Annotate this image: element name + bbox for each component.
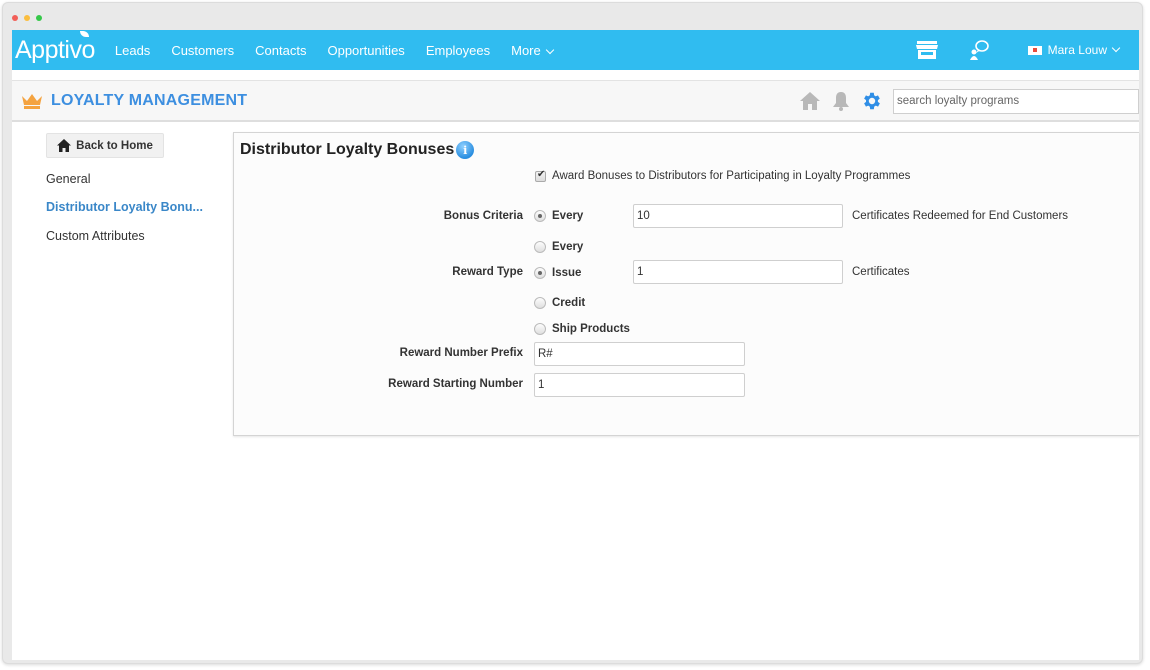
bonus-criteria-every-label: Every xyxy=(552,210,584,222)
reward-type-issue-label: Issue xyxy=(552,267,582,279)
user-menu[interactable]: Mara Louw xyxy=(1027,43,1121,57)
bonus-criteria-option-every-2[interactable]: Every xyxy=(534,241,583,253)
apptivo-logo[interactable]: Apptivo xyxy=(15,30,95,65)
home-icon[interactable] xyxy=(799,91,821,111)
chevron-down-icon xyxy=(1111,43,1121,53)
bonus-criteria-every-2-label: Every xyxy=(552,241,584,253)
sidebar-item-distributor-loyalty-bonuses[interactable]: Distributor Loyalty Bonu... xyxy=(46,200,203,214)
reward-number-prefix-label: Reward Number Prefix xyxy=(399,347,523,359)
award-bonuses-label: Award Bonuses to Distributors for Partic… xyxy=(552,170,911,182)
back-to-home-button[interactable]: Back to Home xyxy=(46,133,164,158)
settings-gear-icon[interactable] xyxy=(861,90,883,112)
bonus-criteria-radio-every-1[interactable] xyxy=(534,210,546,222)
reward-type-radio-issue[interactable] xyxy=(534,267,546,279)
top-navigation-bar: Apptivo Leads Customers Contacts Opportu… xyxy=(12,30,1139,70)
bonus-criteria-radio-every-2[interactable] xyxy=(534,241,546,253)
close-window-button[interactable] xyxy=(12,15,18,21)
chevron-down-icon xyxy=(545,45,554,54)
module-title: LOYALTY MANAGEMENT xyxy=(51,91,248,109)
reward-type-issue-count-input[interactable] xyxy=(633,260,843,284)
bonus-criteria-label: Bonus Criteria xyxy=(443,210,523,222)
app-store-icon[interactable] xyxy=(915,41,938,59)
maximize-window-button[interactable] xyxy=(36,15,42,21)
panel-title-text: Distributor Loyalty Bonuses xyxy=(240,141,455,158)
app-page: Apptivo Leads Customers Contacts Opportu… xyxy=(12,30,1139,660)
notification-bell-icon[interactable] xyxy=(831,91,851,111)
bonus-criteria-count-input[interactable] xyxy=(633,204,843,228)
nav-customers[interactable]: Customers xyxy=(171,43,234,58)
user-name: Mara Louw xyxy=(1047,43,1107,57)
browser-window: Apptivo Leads Customers Contacts Opportu… xyxy=(2,2,1143,664)
minimize-window-button[interactable] xyxy=(24,15,30,21)
info-icon[interactable]: i xyxy=(456,141,475,159)
module-header: LOYALTY MANAGEMENT xyxy=(12,80,1139,122)
module-toolbar xyxy=(799,81,1139,121)
bonus-criteria-option-every-1[interactable]: Every xyxy=(534,210,583,222)
window-titlebar xyxy=(3,3,1142,30)
reward-type-option-credit[interactable]: Credit xyxy=(534,297,585,309)
reward-type-option-ship-products[interactable]: Ship Products xyxy=(534,323,630,335)
chat-support-icon[interactable] xyxy=(968,39,990,61)
reward-type-radio-credit[interactable] xyxy=(534,297,546,309)
nav-leads[interactable]: Leads xyxy=(115,43,150,58)
back-to-home-label: Back to Home xyxy=(76,139,153,152)
home-icon xyxy=(57,139,72,152)
reward-type-option-issue[interactable]: Issue xyxy=(534,267,581,279)
crown-icon xyxy=(21,93,43,109)
distributor-loyalty-bonuses-panel: Distributor Loyalty Bonuses i Award Bonu… xyxy=(233,132,1139,436)
reward-type-radio-ship-products[interactable] xyxy=(534,323,546,335)
logo-leaf-icon xyxy=(80,30,89,37)
award-bonuses-row: Award Bonuses to Distributors for Partic… xyxy=(535,169,911,182)
reward-starting-number-input[interactable] xyxy=(534,373,745,397)
search-loyalty-programs-input[interactable] xyxy=(893,88,1139,114)
sidebar-item-general[interactable]: General xyxy=(46,172,90,186)
bonus-criteria-suffix: Certificates Redeemed for End Customers xyxy=(852,210,1069,222)
main-menu: Leads Customers Contacts Opportunities E… xyxy=(115,43,574,58)
sidebar-item-custom-attributes[interactable]: Custom Attributes xyxy=(46,229,145,243)
nav-opportunities[interactable]: Opportunities xyxy=(327,43,404,58)
panel-title: Distributor Loyalty Bonuses i xyxy=(240,141,475,159)
logo-text: Apptivo xyxy=(15,35,95,64)
award-bonuses-checkbox[interactable] xyxy=(535,169,546,182)
reward-type-issue-suffix: Certificates xyxy=(852,266,910,278)
reward-type-label: Reward Type xyxy=(452,266,523,278)
reward-number-prefix-input[interactable] xyxy=(534,342,745,366)
reward-type-ship-products-label: Ship Products xyxy=(552,323,630,335)
reward-type-credit-label: Credit xyxy=(552,297,586,309)
reward-starting-number-label: Reward Starting Number xyxy=(388,378,523,390)
nav-employees[interactable]: Employees xyxy=(426,43,490,58)
nav-more-label: More xyxy=(511,42,541,58)
nav-more[interactable]: More xyxy=(511,42,554,58)
nav-contacts[interactable]: Contacts xyxy=(255,43,306,58)
user-flag-icon xyxy=(1027,45,1042,55)
top-nav-right: Mara Louw xyxy=(915,30,1139,70)
